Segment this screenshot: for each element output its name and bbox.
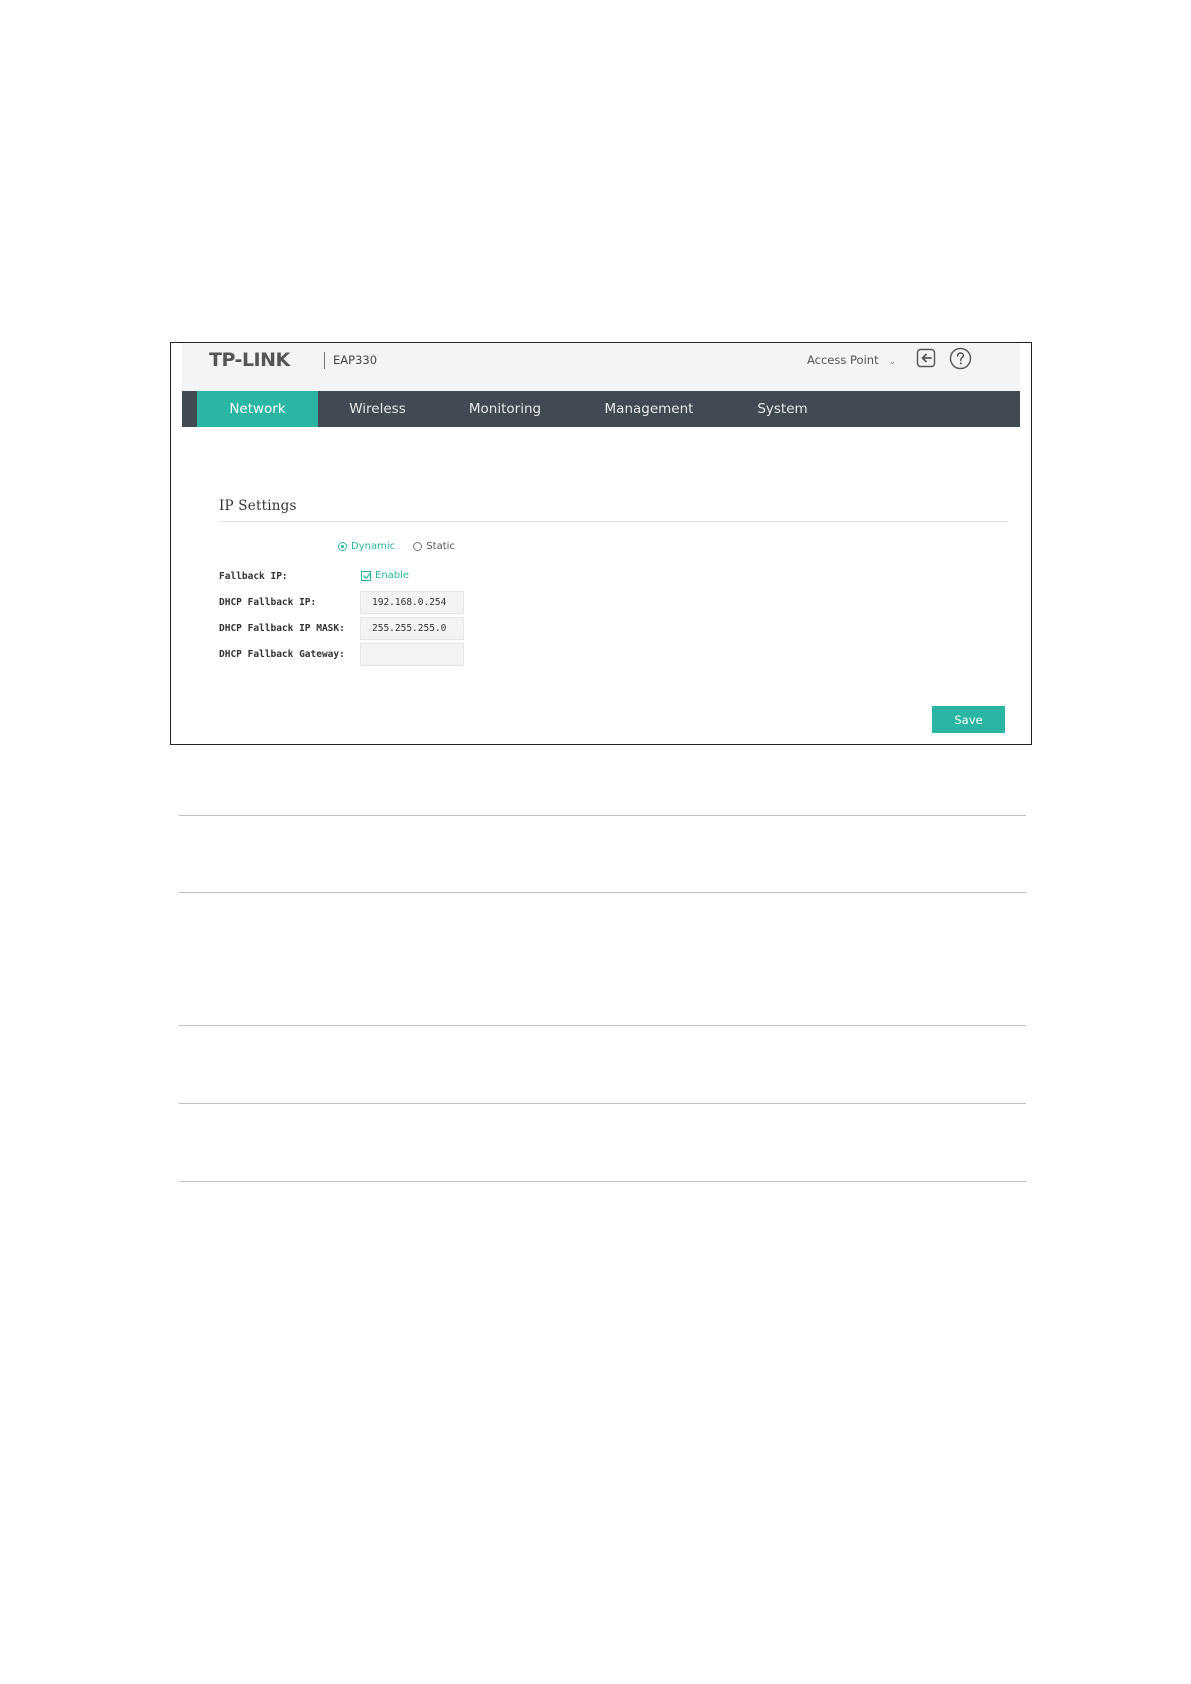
dhcp-fallback-gateway-input[interactable] xyxy=(360,643,464,666)
dhcp-fallback-gateway-label: DHCP Fallback Gateway: xyxy=(219,649,345,660)
radio-dynamic-button[interactable] xyxy=(338,542,347,551)
save-button[interactable]: Save xyxy=(932,706,1005,733)
radio-static-button[interactable] xyxy=(413,542,423,551)
chevron-down-icon: ⌄ xyxy=(888,357,897,367)
nav-tab-wireless[interactable]: Wireless xyxy=(318,391,437,427)
nav-tab-network[interactable]: Network xyxy=(197,391,318,427)
help-icon[interactable] xyxy=(949,347,972,370)
nav-tab-monitoring[interactable]: Monitoring xyxy=(437,391,573,427)
checkbox-checked-icon[interactable] xyxy=(361,570,372,581)
radio-dynamic[interactable]: Dynamic xyxy=(338,541,398,553)
dhcp-fallback-ip-input[interactable] xyxy=(360,591,464,614)
section-divider xyxy=(219,521,1008,522)
radio-dynamic-label: Dynamic xyxy=(351,541,396,552)
fallback-ip-label: Fallback IP: xyxy=(219,571,288,582)
ip-mode-radio-group: Dynamic Static xyxy=(338,541,455,553)
brand-logo: TP-LINK xyxy=(209,349,290,371)
logout-icon[interactable] xyxy=(916,348,936,368)
section-title: IP Settings xyxy=(219,498,297,514)
mode-select-value: Access Point xyxy=(807,353,879,367)
nav-tab-system[interactable]: System xyxy=(725,391,840,427)
table-rule xyxy=(179,1103,1026,1104)
nav-tab-management[interactable]: Management xyxy=(573,391,725,427)
dhcp-fallback-ip-label: DHCP Fallback IP: xyxy=(219,597,317,608)
device-model: EAP330 xyxy=(333,353,378,367)
table-rule xyxy=(179,1181,1026,1182)
dhcp-fallback-mask-input[interactable] xyxy=(360,617,464,640)
logo-divider xyxy=(324,352,325,369)
fallback-ip-enable-checkbox[interactable]: Enable xyxy=(361,570,409,582)
top-bar: TP-LINK EAP330 Access Point ⌄ xyxy=(182,343,1020,391)
radio-static-label: Static xyxy=(426,541,455,552)
dhcp-fallback-mask-label: DHCP Fallback IP MASK: xyxy=(219,623,345,634)
table-rule xyxy=(179,892,1026,893)
mode-select[interactable]: Access Point ⌄ xyxy=(807,353,896,367)
screenshot-frame: TP-LINK EAP330 Access Point ⌄ Network Wir… xyxy=(170,342,1032,745)
table-rule xyxy=(179,1025,1026,1026)
table-rule xyxy=(179,815,1026,816)
radio-static[interactable]: Static xyxy=(413,541,455,553)
main-nav: Network Wireless Monitoring Management S… xyxy=(182,391,1020,427)
fallback-ip-enable-label: Enable xyxy=(375,570,410,581)
